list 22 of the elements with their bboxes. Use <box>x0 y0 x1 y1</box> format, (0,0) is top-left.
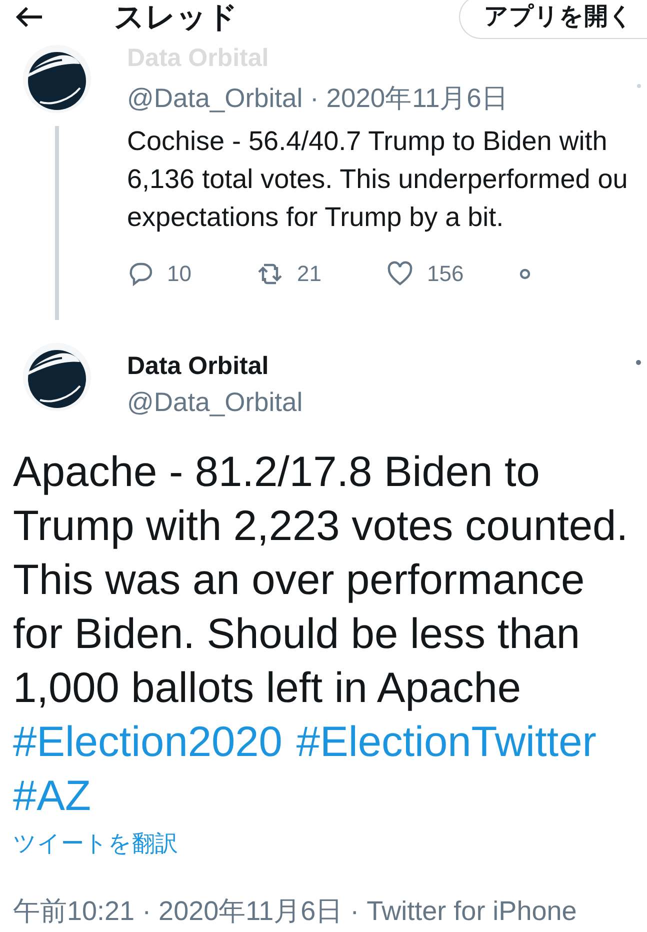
more-icon[interactable] <box>636 360 641 365</box>
tweet-text: Apache - 81.2/17.8 Biden to Trump with 2,223 votes counted. This was an over performance for Biden. Should be less than 1,000 ballots left in Apache <box>13 448 630 714</box>
heart-icon[interactable] <box>387 261 413 287</box>
hashtag-link[interactable]: #ElectionTwitter <box>296 716 596 770</box>
avatar-icon[interactable] <box>22 342 92 412</box>
action-count: 21 <box>297 261 322 287</box>
action-count: 156 <box>427 261 464 287</box>
tweet-text: Cochise - 56.4/40.7 Trump to Biden with 6,136 total votes. This underperformed ou expectations for Trump by a bit. <box>127 125 629 234</box>
back-arrow-icon[interactable] <box>14 5 44 29</box>
reply-icon[interactable] <box>127 261 153 287</box>
translate-link[interactable]: ツイートを翻訳 <box>13 828 178 859</box>
hashtag-link[interactable]: #AZ <box>13 770 91 824</box>
avatar-icon[interactable] <box>22 44 92 114</box>
author-handle: @Data_Orbital <box>127 387 303 418</box>
action-count: 10 <box>167 261 192 287</box>
retweet-icon[interactable] <box>257 261 283 287</box>
author-name[interactable]: Data Orbital <box>127 352 303 381</box>
author-handle-date: @Data_Orbital · 2020年11月6日 <box>127 82 508 115</box>
hashtag-link[interactable]: #Election2020 <box>13 716 282 770</box>
open-app-button[interactable]: アプリを開く <box>459 0 647 39</box>
tweet-timestamp: 午前10:21 · 2020年11月6日 · Twitter for iPhone <box>13 895 578 928</box>
page-title: スレッド <box>114 0 239 36</box>
